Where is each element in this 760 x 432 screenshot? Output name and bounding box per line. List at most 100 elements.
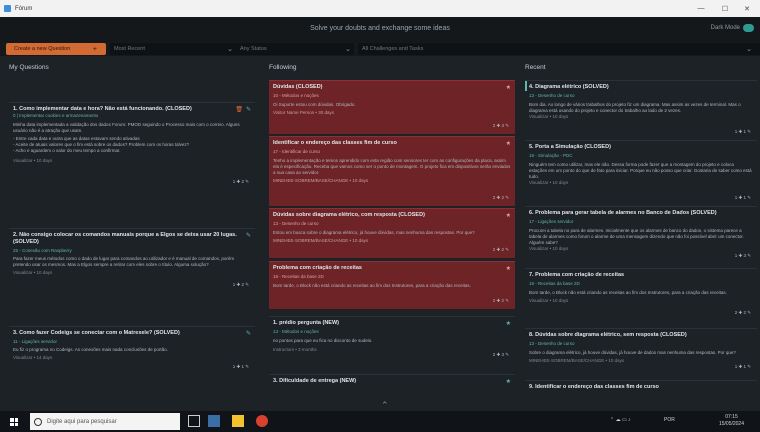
question-title: 2. Não consigo colocar os comandos manua… <box>13 232 237 245</box>
question-stats: 1 ✚ 1 ✎ <box>734 195 751 200</box>
question-topic: 25 - Conexão com Raspberry <box>13 248 72 253</box>
minimize-icon[interactable]: — <box>690 0 712 17</box>
question-topic: 13 - Desenho de curso <box>529 93 575 98</box>
question-card[interactable]: 4. Diagrama elétrico (SOLVED) 13 - Desen… <box>525 80 757 138</box>
app-icon-browser[interactable] <box>208 415 220 427</box>
status-select[interactable]: Any Status ⌄ <box>236 43 354 55</box>
edit-icon[interactable]: ✎ <box>246 233 251 239</box>
question-title: 5. Porta a Simulação (CLOSED) <box>529 144 611 150</box>
question-card[interactable]: ★ Identificar o endereço das classes fim… <box>269 136 515 206</box>
question-topic: 0 | Implementar cookies e armazenamento <box>13 113 99 118</box>
challenges-value: All Challenges and Tasks <box>362 46 424 52</box>
question-body: no pontos para que eu fica no disconto d… <box>273 338 373 343</box>
windows-start-icon[interactable] <box>10 418 18 426</box>
search-placeholder: Digite aqui para pesquisar <box>47 418 117 425</box>
question-footer: Visualizar • 10 days <box>529 246 569 251</box>
column-title: My Questions <box>9 64 49 71</box>
question-stats: 1 ✚ 1 ✎ <box>734 129 751 134</box>
question-card[interactable]: 6. Problema para gerar tabela de alarmes… <box>525 206 757 262</box>
app-icon-chrome[interactable] <box>256 415 268 427</box>
question-footer: MINEHEE-SOBREM/BASE/CHANGE • 10 days <box>529 358 625 363</box>
question-body: Eu fiz o programa no Codeigs. As conexõe… <box>13 347 168 352</box>
task-view-icon[interactable] <box>188 415 200 427</box>
follow-icon[interactable]: ★ <box>506 379 511 385</box>
follow-icon[interactable]: ★ <box>506 85 511 91</box>
question-card[interactable]: ★ Dúvidas sobre diagrama elétrico, com r… <box>269 208 515 258</box>
column-title: Following <box>269 64 297 71</box>
challenges-select[interactable]: All Challenges and Tasks ⌄ <box>358 43 760 55</box>
question-title: 8. Dúvidas sobre diagrama elétrico, sem … <box>529 332 687 338</box>
recent-column: Recent 4. Diagrama elétrico (SOLVED) 13 … <box>520 58 760 409</box>
filter-bar: Create a new Question + Most Recent ⌄ An… <box>0 42 760 56</box>
title-bar: Fórum — ☐ ✕ <box>0 0 760 17</box>
scroll-up-icon[interactable]: ⌃ <box>381 400 389 411</box>
question-stats: 1 ✚ 1 ✎ <box>734 364 751 369</box>
question-topic: 11 - Ligações servidor <box>13 339 57 344</box>
question-body: Tenho a implementação e temos aprendido … <box>273 158 511 175</box>
clock-date: 15/05/2024 <box>718 421 744 427</box>
file-explorer-icon[interactable] <box>232 415 244 427</box>
chevron-down-icon: ⌄ <box>227 46 233 53</box>
question-card[interactable]: 7. Problema com criação de receitas 18 -… <box>525 268 757 320</box>
question-footer: Visualizar • 10 days <box>529 180 569 185</box>
delete-icon[interactable]: 🗑 <box>235 107 243 113</box>
question-topic: 18 - Receitas da base 2D <box>273 274 324 279</box>
tray-icons[interactable]: ⌃ ☁ ▭ ♪ <box>610 417 631 423</box>
question-card[interactable]: ★ Dúvidas (CLOSED) 10 - Métodos e noções… <box>269 80 515 134</box>
follow-icon[interactable]: ★ <box>506 321 511 327</box>
column-title: Recent <box>525 64 546 71</box>
follow-icon[interactable]: ★ <box>506 213 511 219</box>
question-body: Bom dia. Ao longo de vários trabalhos do… <box>529 102 741 113</box>
question-card[interactable]: ✎ 3. Como fazer Codeigs se conectar com … <box>9 326 255 376</box>
question-list: - Entre cada data e outra que as datas e… <box>13 136 190 153</box>
question-card[interactable]: 8. Dúvidas sobre diagrama elétrico, sem … <box>525 328 757 374</box>
create-question-button[interactable]: Create a new Question + <box>6 43 106 55</box>
question-topic: 13 - Desenho de curso <box>273 221 319 226</box>
follow-icon[interactable]: ★ <box>506 141 511 147</box>
clock[interactable]: 07:15 15/05/2024 <box>719 414 744 428</box>
question-stats: 2 ✚ 3 ✎ <box>492 123 509 128</box>
following-column: Following ★ Dúvidas (CLOSED) 10 - Método… <box>264 58 518 409</box>
sort-select[interactable]: Most Recent ⌄ <box>110 43 236 55</box>
edit-icon[interactable]: ✎ <box>246 107 251 113</box>
search-icon <box>34 417 42 426</box>
question-card[interactable]: ★ Problema com criação de receitas 18 - … <box>269 261 515 309</box>
question-footer: Visitor Name Person • 30 days <box>273 110 335 115</box>
question-stats: 1 ✚ 3 ✎ <box>734 253 751 258</box>
question-stats: 2 ✚ 2 ✎ <box>492 247 509 252</box>
app-header: Solve your doubts and exchange some idea… <box>0 17 760 42</box>
header-title: Solve your doubts and exchange some idea… <box>310 25 450 32</box>
question-topic: 17 - Ligações servidor <box>529 219 574 224</box>
question-title: Dúvidas sobre diagrama elétrico, com res… <box>273 212 425 218</box>
question-stats: 2 ✚ 2 ✎ <box>492 298 509 303</box>
window-title: Fórum <box>15 5 33 12</box>
question-card[interactable]: ✎ 2. Não consigo colocar os comandos man… <box>9 228 255 294</box>
question-title: 7. Problema com criação de receitas <box>529 272 625 278</box>
question-body: Estou em busca sobre o diagrama elétrico… <box>273 230 475 235</box>
close-icon[interactable]: ✕ <box>736 0 758 17</box>
question-card[interactable]: ★ 3. Dificuldade de entrega (NEW) <box>269 374 515 404</box>
edit-icon[interactable]: ✎ <box>246 331 251 337</box>
question-stats: 1 ✚ 2 ✎ <box>232 282 249 287</box>
question-body: Minha data implementada a validação dos … <box>13 122 240 133</box>
chevron-down-icon: ⌄ <box>345 46 351 53</box>
question-card[interactable]: 🗑 ✎ 1. Como implementar data e hora? Não… <box>9 102 255 197</box>
app-window: Fórum — ☐ ✕ Solve your doubts and exchan… <box>0 0 760 432</box>
question-topic: 13 - Desenho de curso <box>529 341 575 346</box>
maximize-icon[interactable]: ☐ <box>714 0 736 17</box>
dark-mode-toggle[interactable] <box>743 24 754 32</box>
question-title: Dúvidas (CLOSED) <box>273 84 323 90</box>
create-question-label: Create a new Question <box>14 46 71 52</box>
question-title: 3. Como fazer Codeigs se conectar com o … <box>13 330 180 336</box>
question-title: 1. Como implementar data e hora? Não est… <box>13 106 192 112</box>
language-indicator[interactable]: POR <box>664 417 675 423</box>
question-title: 4. Diagrama elétrico (SOLVED) <box>529 84 609 90</box>
question-card[interactable]: 5. Porta a Simulação (CLOSED) 18 - Simul… <box>525 140 757 204</box>
question-card[interactable]: ★ 1. prédio pergunta (NEW) 13 - Métodos … <box>269 316 515 368</box>
my-questions-column: My Questions 🗑 ✎ 1. Como implementar dat… <box>4 58 260 409</box>
question-body: Bom tarde, o Block não está criando as r… <box>529 290 727 295</box>
question-card[interactable]: 9. Identificar o endereço das classes fi… <box>525 380 757 408</box>
taskbar-search-input[interactable]: Digite aqui para pesquisar <box>30 413 180 430</box>
question-topic: 17 - Identificar de curso <box>273 149 321 154</box>
follow-icon[interactable]: ★ <box>506 266 511 272</box>
